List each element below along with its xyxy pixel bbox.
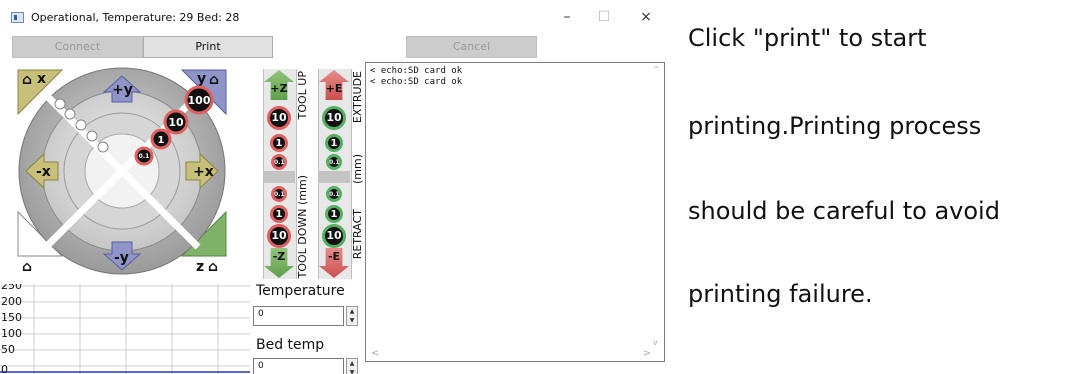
instruction-line-1: Click "print" to start xyxy=(688,24,927,52)
spin-up-icon[interactable]: ▲ xyxy=(347,359,357,368)
step-dot[interactable] xyxy=(97,141,109,153)
tool-down-label: TOOL DOWN (mm) xyxy=(296,175,309,279)
app-icon xyxy=(11,12,24,23)
y-tick-50: 50 xyxy=(1,343,15,356)
retract-0.1-button[interactable]: 0.1 xyxy=(326,186,342,202)
y-tick-150: 150 xyxy=(1,311,22,324)
home-icon: ⌂ xyxy=(208,259,218,275)
connect-button[interactable]: Connect xyxy=(12,36,143,58)
z-up-0.1-button[interactable]: 0.1 xyxy=(271,154,287,170)
home-all-icon: ⌂ xyxy=(22,259,32,275)
step-1-label: 1 xyxy=(158,135,165,146)
log-line: < echo:SD card ok xyxy=(370,66,463,76)
z-down-0.1-button[interactable]: 0.1 xyxy=(271,186,287,202)
y-tick-0: 0 xyxy=(1,363,8,374)
step-dot[interactable] xyxy=(75,119,87,131)
step-0.1-label: 0.1 xyxy=(139,153,150,160)
maximize-button[interactable]: ☐ xyxy=(594,9,614,25)
plus-x-label: +x xyxy=(193,164,214,180)
z-column-divider xyxy=(263,171,295,183)
minimize-button[interactable]: – xyxy=(557,9,577,25)
z-down-1-button[interactable]: 1 xyxy=(270,205,288,223)
instruction-line-3: should be careful to avoid xyxy=(688,197,1000,225)
temperature-input[interactable]: 0 xyxy=(253,306,344,326)
step-dot[interactable] xyxy=(64,108,76,120)
bed-temp-input[interactable]: 0 xyxy=(253,358,344,374)
spin-down-icon[interactable]: ▼ xyxy=(347,316,357,325)
extrude-10-button[interactable]: 10 xyxy=(322,106,346,130)
bed-temp-spinner[interactable]: ▲ ▼ xyxy=(346,358,358,374)
y-tick-250: 250 xyxy=(1,284,22,292)
home-y-label: y xyxy=(197,71,206,87)
y-tick-100: 100 xyxy=(1,327,22,340)
instruction-line-2: printing.Printing process xyxy=(688,112,982,140)
tool-up-label: TOOL UP xyxy=(296,71,309,120)
step-100-label: 100 xyxy=(188,94,211,107)
step-dot[interactable] xyxy=(54,98,66,110)
temperature-graph: 250 200 150 100 50 0 xyxy=(0,284,250,374)
scroll-left-icon[interactable]: < xyxy=(371,348,379,359)
log-line: < echo:SD card ok xyxy=(370,77,463,87)
scroll-up-icon[interactable]: ^ xyxy=(653,65,660,74)
spin-down-icon[interactable]: ▼ xyxy=(347,368,357,374)
spin-up-icon[interactable]: ▲ xyxy=(347,307,357,316)
minus-y-label: -y xyxy=(114,250,129,266)
printer-host-window: Operational, Temperature: 29 Bed: 28 – ☐… xyxy=(0,0,665,374)
graph-grid xyxy=(0,284,250,374)
y-tick-200: 200 xyxy=(1,295,22,308)
extrude-1-button[interactable]: 1 xyxy=(325,134,343,152)
temperature-spinner[interactable]: ▲ ▼ xyxy=(346,306,358,326)
log-console[interactable]: < echo:SD card ok < echo:SD card ok ^ v xyxy=(365,62,665,362)
home-z-label: z xyxy=(196,259,204,275)
step-10-label: 10 xyxy=(168,116,184,129)
title-bar: Operational, Temperature: 29 Bed: 28 – ☐… xyxy=(0,0,665,34)
extrude-label: EXTRUDE xyxy=(351,71,364,124)
home-icon: ⌂ xyxy=(22,72,32,88)
home-x-label: x xyxy=(37,71,46,87)
minus-x-label: -x xyxy=(36,164,51,180)
home-icon: ⌂ xyxy=(209,72,219,88)
log-vertical-scrollbar[interactable]: ^ v xyxy=(650,63,664,361)
z-axis-controls: +Z 10 1 0.1 0.1 1 10 -Z TOOL UP TOOL DOW… xyxy=(263,69,313,279)
z-up-1-button[interactable]: 1 xyxy=(270,134,288,152)
xy-jog-pad[interactable]: ⌂ x y ⌂ ⌂ z ⌂ +y -y -x +x 100 10 1 0.1 xyxy=(6,62,256,284)
cancel-button[interactable]: Cancel xyxy=(406,36,537,58)
bed-temp-label: Bed temp xyxy=(256,337,325,353)
close-button[interactable]: × xyxy=(636,9,656,25)
window-title: Operational, Temperature: 29 Bed: 28 xyxy=(31,11,240,24)
temperature-label: Temperature xyxy=(256,283,345,299)
extrude-0.1-button[interactable]: 0.1 xyxy=(326,154,342,170)
log-horizontal-scrollbar[interactable]: < > xyxy=(365,348,665,362)
retract-1-button[interactable]: 1 xyxy=(325,205,343,223)
step-dot[interactable] xyxy=(86,130,98,142)
scroll-right-icon[interactable]: > xyxy=(643,348,651,359)
extruder-controls: +E 10 1 0.1 0.1 1 10 -E EXTRUDE (mm) RET… xyxy=(318,69,368,279)
retract-10-button[interactable]: 10 xyxy=(322,224,346,248)
z-up-10-button[interactable]: 10 xyxy=(267,106,291,130)
e-column-divider xyxy=(318,171,350,183)
print-button[interactable]: Print xyxy=(143,36,273,58)
scroll-down-icon[interactable]: v xyxy=(653,338,658,347)
instruction-line-4: printing failure. xyxy=(688,280,873,308)
e-mm-label: (mm) xyxy=(351,154,364,185)
z-down-10-button[interactable]: 10 xyxy=(267,224,291,248)
plus-y-label: +y xyxy=(112,82,133,98)
retract-label: RETRACT xyxy=(351,209,364,260)
